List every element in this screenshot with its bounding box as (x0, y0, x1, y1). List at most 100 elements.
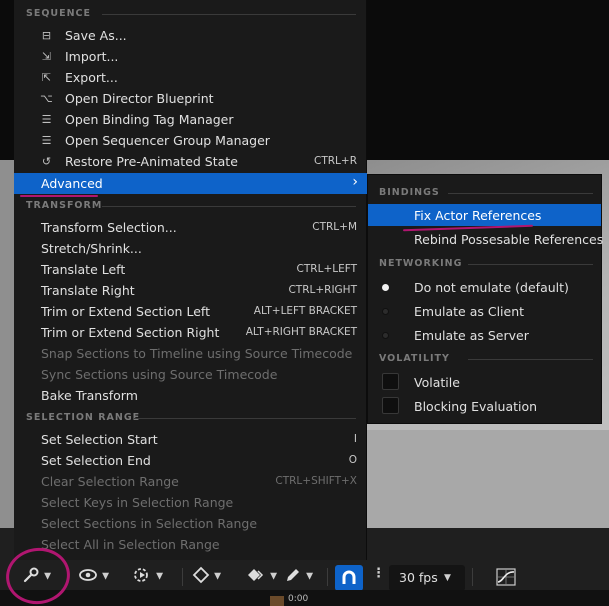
menu-item-shortcut: I (353, 433, 357, 445)
curve-editor-button[interactable] (495, 567, 517, 589)
menu-item-shortcut: ALT+RIGHT BRACKET (245, 326, 357, 338)
key-diamond-icon (192, 566, 210, 584)
view-options-button[interactable]: ▼ (78, 566, 109, 588)
checkbox-option-label: Volatile (414, 375, 460, 390)
radio-option-do-not-emulate-default[interactable]: Do not emulate (default) (368, 276, 601, 298)
frame-rate-dropdown[interactable]: 30 fps ▼ (389, 565, 465, 591)
checkbox[interactable] (382, 373, 399, 390)
menu-item-shortcut: CTRL+R (314, 155, 357, 167)
menu-item-snap-sections-to-timeline-using-source-timecode: Snap Sections to Timeline using Source T… (14, 343, 367, 364)
eye-icon (79, 569, 97, 581)
menu-item-label: Set Selection End (41, 453, 151, 468)
radio-option-label: Do not emulate (default) (414, 280, 569, 295)
menu-item-open-binding-tag-manager[interactable]: ☰ Open Binding Tag Manager (14, 109, 367, 130)
section-header-bindings: BINDINGS (379, 187, 440, 198)
section-header-volatility: VOLATILITY (379, 353, 450, 364)
tag-manager-icon: ☰ (41, 113, 52, 126)
checkbox-option-volatile[interactable]: Volatile (368, 371, 601, 393)
menu-item-advanced[interactable]: Advanced › (14, 173, 367, 194)
menu-item-shortcut: ALT+LEFT BRACKET (253, 305, 357, 317)
menu-item-clear-selection-range: Clear Selection Range CTRL+SHIFT+X (14, 471, 367, 492)
chevron-down-icon: ▼ (444, 573, 451, 583)
menu-item-label: Rebind Possesable References (414, 232, 604, 247)
key-group-button[interactable]: ▼ (246, 566, 277, 588)
menu-item-bake-transform[interactable]: Bake Transform (14, 385, 367, 406)
divider (468, 359, 593, 360)
menu-item-rebind-possessable-references[interactable]: Rebind Possesable References (368, 228, 604, 250)
divider (327, 568, 328, 586)
menu-item-label: Select Sections in Selection Range (41, 516, 258, 531)
radio-unselected-icon (382, 332, 389, 339)
menu-item-label: Save As... (65, 28, 127, 43)
radio-option-emulate-as-server[interactable]: Emulate as Server (368, 324, 601, 346)
curve-tool-button[interactable]: ▼ (284, 566, 313, 588)
menu-item-open-sequencer-group-manager[interactable]: ☰ Open Sequencer Group Manager (14, 130, 367, 151)
menu-item-label: Trim or Extend Section Right (41, 325, 220, 340)
menu-item-fix-actor-references[interactable]: Fix Actor References (368, 204, 601, 226)
menu-item-export[interactable]: ⇱ Export... (14, 67, 367, 88)
snap-toggle-button[interactable] (335, 565, 363, 591)
menu-item-label: Clear Selection Range (41, 474, 179, 489)
menu-item-import[interactable]: ⇲ Import... (14, 46, 367, 67)
export-icon: ⇱ (41, 71, 52, 84)
menu-item-restore-pre-animated-state[interactable]: ↺ Restore Pre-Animated State CTRL+R (14, 151, 367, 172)
menu-item-open-director-blueprint[interactable]: ⌥ Open Director Blueprint (14, 88, 367, 109)
sequencer-toolbar: ▼ ▼ ▼ ▼ ▼ ▼ ⋮ (0, 560, 609, 594)
menu-item-trim-or-extend-section-right[interactable]: Trim or Extend Section Right ALT+RIGHT BR… (14, 322, 367, 343)
menu-item-set-selection-end[interactable]: Set Selection End O (14, 450, 367, 471)
viewport-floor-shadow (360, 430, 609, 530)
menu-item-select-keys-in-selection-range: Select Keys in Selection Range (14, 492, 367, 513)
menu-item-label: Translate Left (41, 262, 126, 277)
actions-menu: SEQUENCE ⊟ Save As... ⇲ Import... ⇱ Export...… (14, 0, 367, 560)
chevron-down-icon: ▼ (270, 571, 278, 582)
menu-item-label: Transform Selection... (41, 220, 177, 235)
menu-item-trim-or-extend-section-left[interactable]: Trim or Extend Section Left ALT+LEFT BRAC… (14, 301, 367, 322)
menu-item-save-as[interactable]: ⊟ Save As... (14, 25, 367, 46)
menu-item-sync-sections-using-source-timecode: Sync Sections using Source Timecode (14, 364, 367, 385)
viewport-left-edge (0, 160, 14, 530)
menu-item-set-selection-start[interactable]: Set Selection Start I (14, 429, 367, 450)
snap-options-button[interactable]: ⋮ (372, 566, 385, 588)
chevron-down-icon: ▼ (214, 571, 222, 582)
menu-item-label: Advanced (41, 176, 103, 191)
menu-item-select-all-in-selection-range: Select All in Selection Range (14, 534, 367, 555)
section-header-selection-range: SELECTION RANGE (26, 412, 141, 423)
radio-option-label: Emulate as Server (414, 328, 529, 343)
divider (102, 206, 356, 207)
menu-item-label: Stretch/Shrink... (41, 241, 142, 256)
save-as-icon: ⊟ (41, 29, 52, 42)
more-vertical-icon: ⋮ (372, 566, 385, 581)
advanced-submenu: BINDINGS Fix Actor References Rebind Pos… (367, 174, 604, 424)
checkbox[interactable] (382, 397, 399, 414)
divider (102, 14, 356, 15)
key-options-button[interactable]: ▼ (192, 566, 221, 588)
menu-item-label: Open Director Blueprint (65, 91, 214, 106)
curve-editor-icon (496, 568, 516, 586)
radio-option-emulate-as-client[interactable]: Emulate as Client (368, 300, 601, 322)
section-header-transform: TRANSFORM (26, 200, 103, 211)
menu-item-transform-selection[interactable]: Transform Selection... CTRL+M (14, 217, 367, 238)
group-manager-icon: ☰ (41, 134, 52, 147)
menu-item-label: Fix Actor References (414, 208, 542, 223)
menu-item-stretch-shrink[interactable]: Stretch/Shrink... (14, 238, 367, 259)
section-header-sequence: SEQUENCE (26, 8, 92, 19)
menu-item-label: Restore Pre-Animated State (65, 154, 238, 169)
menu-item-shortcut: CTRL+LEFT (296, 263, 357, 275)
menu-item-translate-right[interactable]: Translate Right CTRL+RIGHT (14, 280, 367, 301)
checkbox-option-blocking-evaluation[interactable]: Blocking Evaluation (368, 395, 601, 417)
menu-item-shortcut: CTRL+M (312, 221, 357, 233)
menu-item-shortcut: CTRL+SHIFT+X (275, 475, 357, 487)
playhead-marker (270, 596, 284, 606)
menu-item-select-sections-in-selection-range: Select Sections in Selection Range (14, 513, 367, 534)
restore-icon: ↺ (41, 155, 52, 168)
menu-item-label: Import... (65, 49, 119, 64)
divider (472, 568, 473, 586)
menu-item-label: Sync Sections using Source Timecode (41, 367, 278, 382)
menu-item-translate-left[interactable]: Translate Left CTRL+LEFT (14, 259, 367, 280)
menu-item-shortcut: O (348, 454, 357, 466)
playback-options-button[interactable]: ▼ (132, 566, 163, 588)
menu-item-label: Select All in Selection Range (41, 537, 220, 552)
annotation-underline-advanced (20, 195, 98, 197)
pen-icon (287, 569, 299, 581)
magnet-icon (342, 570, 356, 584)
